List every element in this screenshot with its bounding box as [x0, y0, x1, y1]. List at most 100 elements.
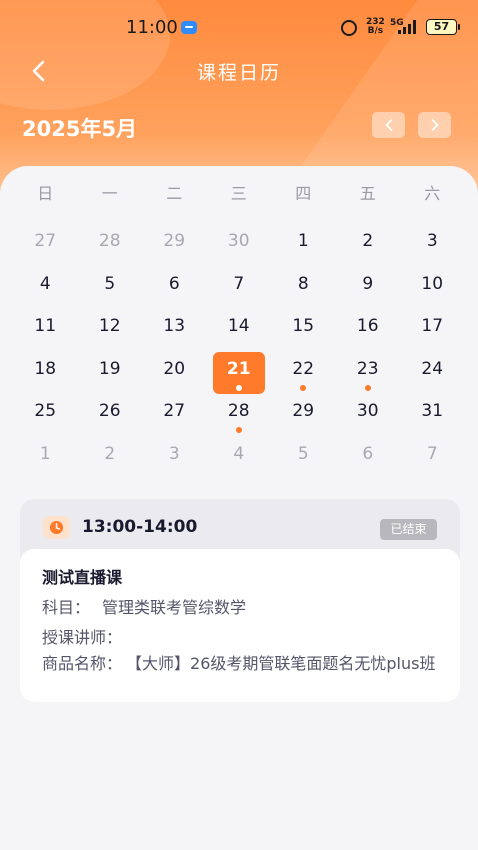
calendar-day-label: 12	[98, 316, 121, 336]
calendar-day[interactable]: 27	[13, 224, 78, 267]
calendar-day-label: 21	[212, 351, 265, 394]
product-label: 商品名称：	[42, 654, 123, 673]
subject-label: 科目：	[42, 598, 91, 617]
signal-bars-icon	[398, 19, 420, 34]
course-card[interactable]: 13:00-14:00 已结束 测试直播课 科目： 管理类联考管综数学 授课讲师：…	[20, 499, 460, 702]
calendar-day-label: 3	[426, 231, 438, 251]
calendar-day[interactable]: 23	[336, 352, 401, 395]
product-line: 商品名称： 【大师】26级考期管联笔面题名无忧plus班	[42, 653, 442, 675]
calendar: 日 一 二 三 四 五 六 27 28 29 30 1 2 3 4 5 6 7 8 9 10 11 12 13 1…	[0, 166, 478, 484]
clock-icon	[43, 516, 70, 539]
calendar-day[interactable]: 2	[78, 437, 143, 480]
course-details: 测试直播课 科目： 管理类联考管综数学 授课讲师： 商品名称： 【大师】26级考期管…	[20, 549, 460, 702]
calendar-day-label: 22	[277, 352, 329, 394]
calendar-day[interactable]: 2	[336, 224, 401, 267]
calendar-day[interactable]: 31	[400, 394, 465, 437]
calendar-day-label: 17	[421, 316, 444, 336]
course-indicator-dot	[235, 384, 242, 391]
calendar-day[interactable]: 9	[336, 267, 401, 310]
calendar-day-label: 30	[356, 401, 379, 421]
teacher-line: 授课讲师：	[42, 624, 134, 648]
calendar-day[interactable]: 6	[336, 437, 401, 480]
calendar-day[interactable]: 4	[13, 267, 78, 310]
subject-value: 管理类联考管综数学	[102, 598, 247, 617]
calendar-day[interactable]: 1	[13, 437, 78, 480]
current-month: 2025年5月	[22, 117, 138, 141]
status-badge: 已结束	[380, 519, 437, 540]
calendar-day-label: 24	[421, 358, 444, 379]
calendar-day[interactable]: 28	[207, 394, 272, 437]
calendar-day[interactable]: 8	[271, 267, 336, 310]
calendar-week-row: 18 19 20 21 22 23 24	[13, 351, 465, 395]
weekday-label: 日	[37, 184, 54, 203]
calendar-day[interactable]: 27	[142, 394, 207, 437]
battery-icon: 57	[426, 19, 460, 35]
weekday-label: 五	[359, 184, 376, 203]
calendar-day[interactable]: 18	[13, 352, 78, 395]
calendar-day[interactable]: 12	[78, 309, 143, 352]
calendar-day-label: 2	[104, 443, 116, 464]
battery-level: 57	[433, 20, 450, 33]
calendar-grid: 27 28 29 30 1 2 3 4 5 6 7 8 9 10 11 12 13 14 15 16 17 18 19 20 2…	[13, 224, 465, 479]
course-indicator-dot	[364, 384, 371, 391]
calendar-day[interactable]: 24	[400, 352, 465, 395]
calendar-week-row: 4 5 6 7 8 9 10	[13, 267, 465, 310]
calendar-day[interactable]: 19	[78, 352, 143, 395]
calendar-day[interactable]: 6	[142, 267, 207, 310]
calendar-day-label: 6	[362, 443, 374, 464]
calendar-day[interactable]: 5	[271, 437, 336, 480]
calendar-day[interactable]: 17	[400, 309, 465, 352]
calendar-day[interactable]: 14	[207, 309, 272, 352]
calendar-day-label: 27	[34, 231, 57, 251]
calendar-day[interactable]: 22	[271, 352, 336, 395]
calendar-week-row: 1 2 3 4 5 6 7	[13, 437, 465, 480]
calendar-day[interactable]: 10	[400, 267, 465, 310]
course-name: 测试直播课	[42, 568, 123, 587]
calendar-day-label: 10	[421, 273, 444, 294]
calendar-day-label: 5	[297, 443, 309, 464]
calendar-day[interactable]: 25	[13, 394, 78, 437]
chevron-right-icon	[431, 119, 438, 131]
previous-month-button[interactable]	[372, 112, 405, 138]
calendar-day-label: 28	[98, 231, 121, 251]
calendar-day-label: 2	[362, 231, 374, 251]
calendar-day[interactable]: 29	[271, 394, 336, 437]
calendar-day-label: 18	[34, 358, 57, 379]
calendar-day[interactable]: 4	[207, 437, 272, 480]
network-speed-unit: B/s	[367, 26, 384, 36]
calendar-day[interactable]: 30	[207, 224, 272, 267]
calendar-day[interactable]: 13	[142, 309, 207, 352]
calendar-day[interactable]: 7	[207, 267, 272, 310]
network-speed: 232 B/s	[366, 18, 385, 36]
calendar-day-label: 11	[34, 316, 57, 336]
calendar-day[interactable]: 30	[336, 394, 401, 437]
calendar-day-selected[interactable]: 21	[207, 351, 272, 395]
calendar-day[interactable]: 16	[336, 309, 401, 352]
calendar-day[interactable]: 11	[13, 309, 78, 352]
calendar-day-label: 28	[213, 394, 265, 436]
calendar-day[interactable]: 20	[142, 352, 207, 395]
subject-line: 科目： 管理类联考管综数学	[42, 594, 246, 618]
course-indicator-dot	[235, 427, 242, 433]
calendar-day-label: 25	[34, 401, 57, 421]
calendar-day[interactable]: 28	[78, 224, 143, 267]
course-time: 13:00-14:00	[82, 517, 198, 537]
calendar-day-label: 31	[421, 401, 444, 421]
calendar-day[interactable]: 7	[400, 437, 465, 480]
calendar-day[interactable]: 3	[400, 224, 465, 267]
calendar-day[interactable]: 1	[271, 224, 336, 267]
next-month-button[interactable]	[418, 112, 451, 138]
weekday-header: 日 一 二 三 四 五 六	[13, 180, 465, 204]
calendar-day[interactable]: 5	[78, 267, 143, 310]
alarm-icon	[341, 20, 357, 36]
calendar-day-label: 16	[356, 316, 379, 336]
calendar-day[interactable]: 29	[142, 224, 207, 267]
course-card-header: 13:00-14:00 已结束	[20, 499, 460, 555]
teacher-label: 授课讲师：	[42, 628, 123, 647]
calendar-day-label: 3	[168, 443, 180, 464]
weekday-label: 四	[295, 184, 312, 203]
calendar-day[interactable]: 26	[78, 394, 143, 437]
calendar-week-row: 11 12 13 14 15 16 17	[13, 309, 465, 352]
calendar-day[interactable]: 3	[142, 437, 207, 480]
calendar-day[interactable]: 15	[271, 309, 336, 352]
